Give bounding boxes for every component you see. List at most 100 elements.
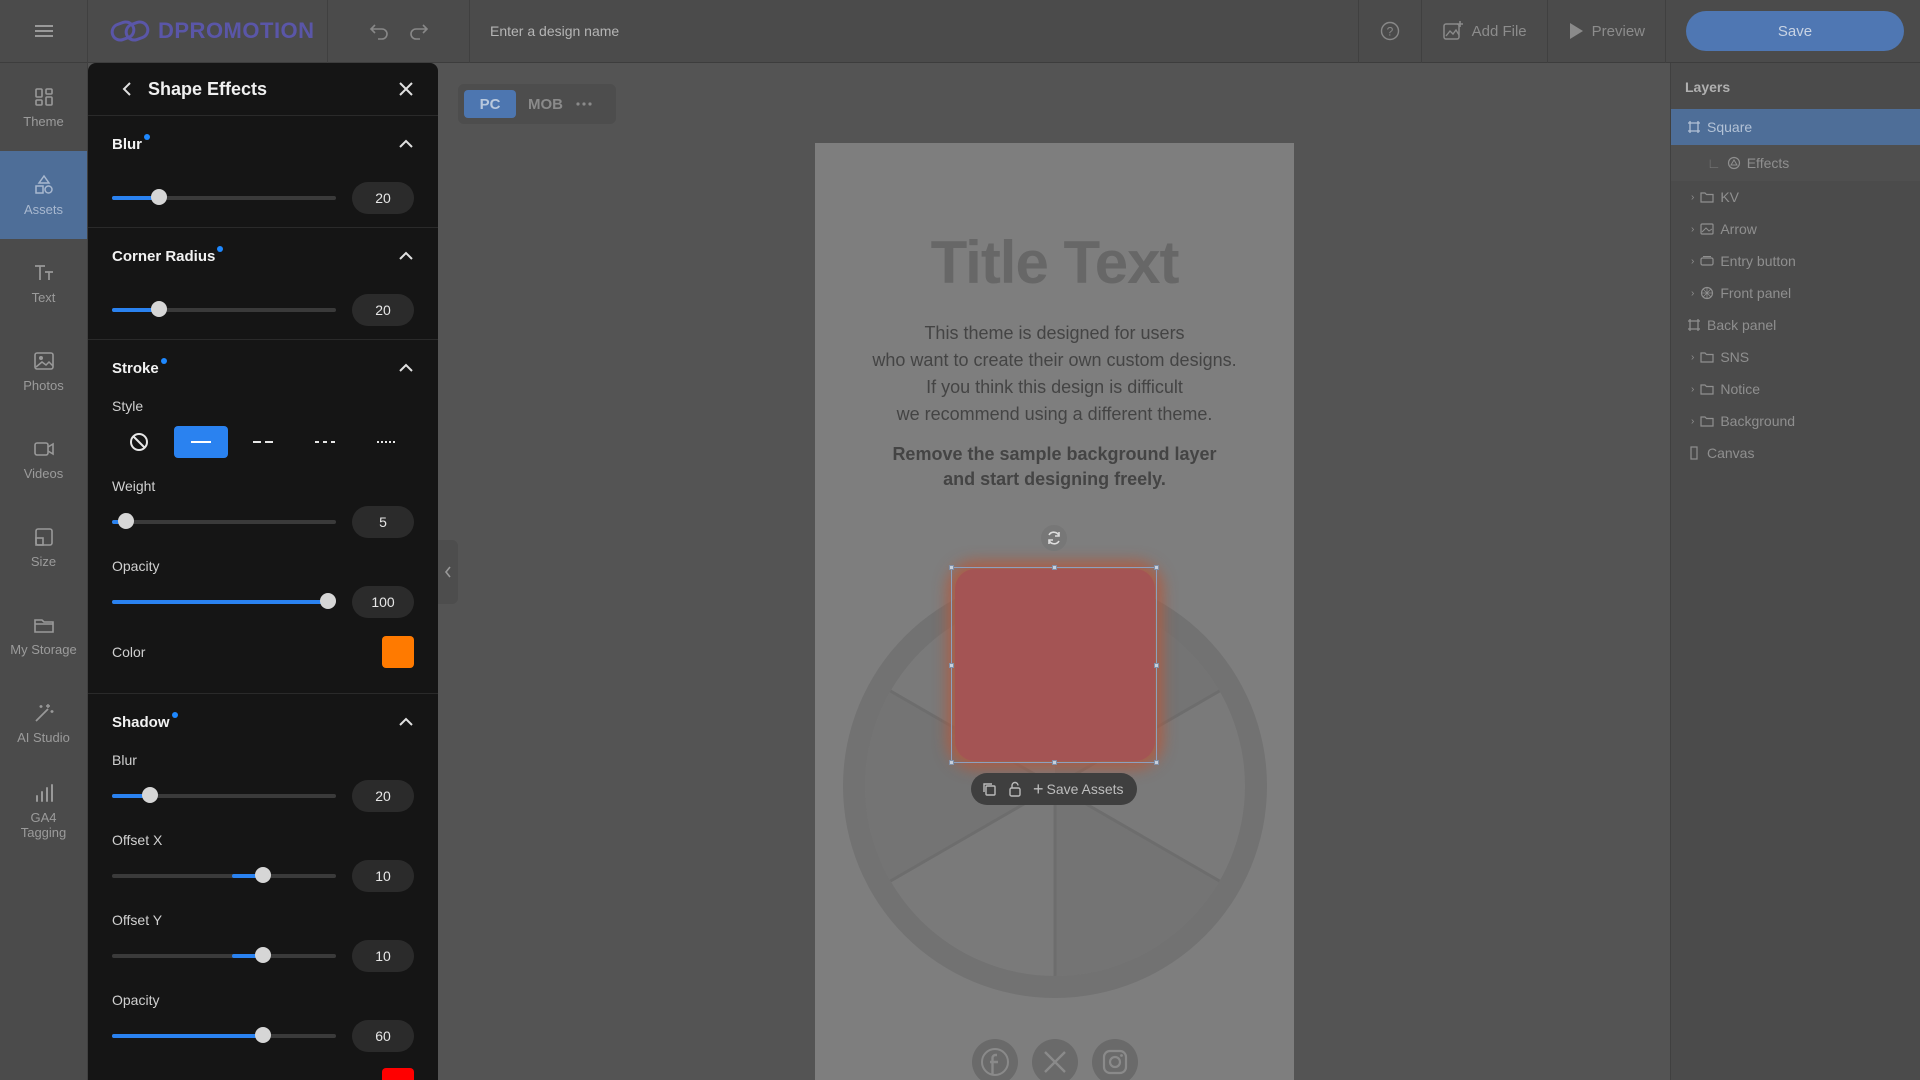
shadow-offset-y-slider[interactable] — [112, 947, 336, 963]
stroke-opacity-slider[interactable] — [112, 593, 336, 609]
stroke-section-header[interactable]: Stroke — [112, 340, 414, 396]
logo[interactable]: DPROMOTION — [88, 0, 328, 63]
slider-knob[interactable] — [142, 787, 158, 803]
stroke-weight-slider[interactable] — [112, 513, 336, 529]
blur-slider[interactable] — [112, 189, 336, 205]
shadow-opacity-value-input[interactable]: 60 — [352, 1020, 414, 1052]
shadow-blur-value-input[interactable]: 20 — [352, 780, 414, 812]
corner-radius-value-input[interactable]: 20 — [352, 294, 414, 326]
chevron-right-icon[interactable]: › — [1691, 192, 1694, 203]
nav-text[interactable]: Text — [0, 239, 87, 327]
layer-notice[interactable]: › Notice — [1671, 373, 1920, 405]
more-icon[interactable] — [575, 101, 593, 107]
stroke-weight-value-input[interactable]: 5 — [352, 506, 414, 538]
nav-assets[interactable]: Assets — [0, 151, 87, 239]
slider-knob[interactable] — [118, 513, 134, 529]
stroke-style-dotted[interactable] — [360, 426, 414, 458]
save-assets-button[interactable]: + Save Assets — [1033, 780, 1124, 798]
resize-handle[interactable] — [949, 565, 954, 570]
slider-knob[interactable] — [151, 189, 167, 205]
nav-photos[interactable]: Photos — [0, 327, 87, 415]
help-icon[interactable]: ? — [1357, 0, 1422, 63]
resize-handle[interactable] — [949, 663, 954, 668]
resize-handle[interactable] — [1052, 760, 1057, 765]
chevron-right-icon[interactable]: › — [1691, 416, 1694, 427]
slider-knob[interactable] — [255, 1027, 271, 1043]
design-name-input[interactable]: Enter a design name — [470, 0, 1358, 63]
layer-kv[interactable]: › KV — [1671, 181, 1920, 213]
layer-front-panel[interactable]: › Front panel — [1671, 277, 1920, 309]
close-icon[interactable] — [398, 81, 414, 97]
shadow-color-swatch[interactable] — [382, 1068, 414, 1080]
stroke-style-dashed[interactable] — [236, 426, 290, 458]
undo-icon[interactable] — [369, 22, 389, 40]
x-icon[interactable] — [1032, 1039, 1078, 1080]
chevron-up-icon[interactable] — [398, 717, 414, 727]
save-button[interactable]: Save — [1686, 11, 1904, 51]
resize-handle[interactable] — [1052, 565, 1057, 570]
nav-theme[interactable]: Theme — [0, 63, 87, 151]
chevron-right-icon[interactable]: › — [1691, 352, 1694, 363]
facebook-icon[interactable] — [972, 1039, 1018, 1080]
nav-ai-studio[interactable]: AI Studio — [0, 679, 87, 767]
preview-button[interactable]: Preview — [1548, 0, 1666, 63]
shadow-section-header[interactable]: Shadow — [112, 694, 414, 750]
chevron-up-icon[interactable] — [398, 363, 414, 373]
stroke-color-swatch[interactable] — [382, 636, 414, 668]
redo-icon[interactable] — [409, 22, 429, 40]
design-canvas[interactable]: Title Text This theme is designed for us… — [815, 143, 1294, 1080]
chevron-right-icon[interactable]: › — [1691, 288, 1694, 299]
layer-background[interactable]: › Background — [1671, 405, 1920, 437]
stroke-style-dash-dot[interactable] — [298, 426, 352, 458]
blur-section-header[interactable]: Blur — [112, 116, 414, 172]
nav-my-storage[interactable]: My Storage — [0, 591, 87, 679]
nav-videos[interactable]: Videos — [0, 415, 87, 503]
shadow-blur-slider[interactable] — [112, 787, 336, 803]
chevron-right-icon[interactable]: › — [1691, 384, 1694, 395]
canvas-title-text[interactable]: Title Text — [815, 228, 1294, 297]
collapse-panel-button[interactable] — [438, 540, 458, 604]
slider-knob[interactable] — [151, 301, 167, 317]
chevron-right-icon[interactable]: › — [1691, 224, 1694, 235]
unlock-icon[interactable] — [1007, 781, 1023, 797]
canvas-body-text[interactable]: This theme is designed for users who wan… — [815, 320, 1294, 428]
shadow-offset-x-slider[interactable] — [112, 867, 336, 883]
stroke-style-solid[interactable] — [174, 426, 228, 458]
corner-radius-section-header[interactable]: Corner Radius — [112, 228, 414, 284]
resize-handle[interactable] — [1154, 565, 1159, 570]
nav-ga4-tagging[interactable]: GA4 Tagging — [0, 767, 87, 855]
resize-handle[interactable] — [1154, 663, 1159, 668]
layer-square[interactable]: Square — [1671, 109, 1920, 145]
device-mob-tab[interactable]: MOB — [522, 90, 569, 118]
layer-arrow[interactable]: › Arrow — [1671, 213, 1920, 245]
add-file-button[interactable]: Add File — [1422, 0, 1548, 63]
rotate-handle-icon[interactable] — [1041, 525, 1067, 551]
slider-knob[interactable] — [320, 593, 336, 609]
chevron-up-icon[interactable] — [398, 139, 414, 149]
nav-size[interactable]: Size — [0, 503, 87, 591]
stroke-opacity-value-input[interactable]: 100 — [352, 586, 414, 618]
chevron-up-icon[interactable] — [398, 251, 414, 261]
resize-handle[interactable] — [1154, 760, 1159, 765]
shadow-offset-x-value-input[interactable]: 10 — [352, 860, 414, 892]
menu-icon[interactable] — [0, 0, 88, 63]
device-pc-tab[interactable]: PC — [464, 90, 516, 118]
corner-radius-slider[interactable] — [112, 301, 336, 317]
slider-knob[interactable] — [255, 867, 271, 883]
layer-canvas[interactable]: Canvas — [1671, 437, 1920, 469]
back-icon[interactable] — [120, 81, 134, 97]
shadow-opacity-slider[interactable] — [112, 1027, 336, 1043]
canvas-bold-text[interactable]: Remove the sample background layer and s… — [815, 442, 1294, 492]
blur-value-input[interactable]: 20 — [352, 182, 414, 214]
instagram-icon[interactable] — [1092, 1039, 1138, 1080]
stroke-style-none[interactable] — [112, 426, 166, 458]
layer-entry-button[interactable]: › Entry button — [1671, 245, 1920, 277]
resize-handle[interactable] — [949, 760, 954, 765]
slider-knob[interactable] — [255, 947, 271, 963]
layer-back-panel[interactable]: Back panel — [1671, 309, 1920, 341]
layer-effects[interactable]: ∟ Effects — [1671, 145, 1920, 181]
shadow-offset-y-value-input[interactable]: 10 — [352, 940, 414, 972]
chevron-right-icon[interactable]: › — [1691, 256, 1694, 267]
layer-sns[interactable]: › SNS — [1671, 341, 1920, 373]
duplicate-icon[interactable] — [981, 781, 997, 797]
